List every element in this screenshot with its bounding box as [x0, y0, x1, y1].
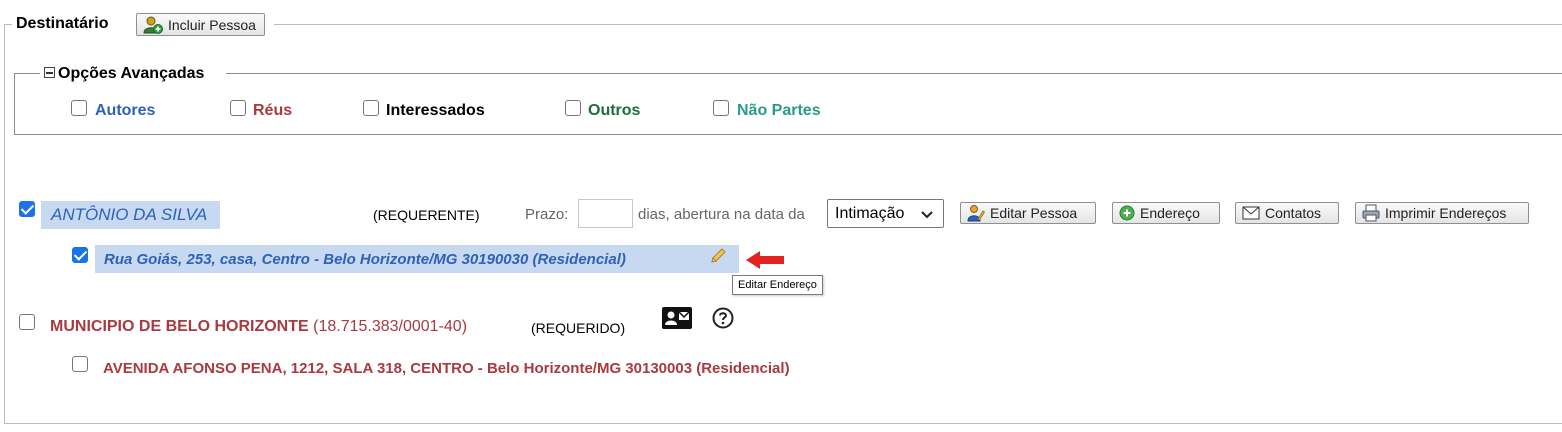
person2-address-checkbox[interactable] [72, 356, 88, 372]
nao-partes-label[interactable]: Não Partes [737, 102, 821, 120]
nao-partes-checkbox[interactable] [713, 100, 729, 116]
prazo-label: Prazo: [525, 206, 569, 223]
minus-box-icon[interactable] [44, 67, 55, 78]
edit-address-tooltip: Editar Endereço [732, 275, 823, 295]
destinatario-legend: Destinatário [16, 15, 109, 32]
contacts-label: Contatos [1265, 205, 1322, 221]
person1-name[interactable]: ANTÔNIO DA SILVA [51, 205, 207, 225]
contacts-button[interactable]: Contatos [1235, 202, 1339, 224]
person2-address[interactable]: AVENIDA AFONSO PENA, 1212, SALA 318, CEN… [103, 360, 790, 377]
person1-address-checkbox[interactable] [72, 247, 88, 263]
print-addresses-button[interactable]: Imprimir Endereços [1355, 202, 1529, 224]
person2-role: (REQUERIDO) [531, 320, 626, 336]
person1-checkbox[interactable] [19, 201, 35, 217]
pencil-icon[interactable] [709, 247, 727, 265]
edit-person-icon [967, 204, 986, 222]
outros-checkbox[interactable] [565, 100, 581, 116]
interessados-label[interactable]: Interessados [386, 102, 485, 120]
help-icon[interactable] [712, 307, 734, 329]
edit-person-label: Editar Pessoa [990, 205, 1078, 221]
autores-label[interactable]: Autores [95, 102, 155, 120]
printer-icon [1362, 204, 1380, 222]
outros-label[interactable]: Outros [588, 102, 640, 120]
red-arrow-icon [744, 250, 786, 270]
prazo-input[interactable] [578, 199, 633, 228]
advanced-options-legend: Opções Avançadas [58, 65, 205, 82]
person2-name: MUNICIPIO DE BELO HORIZONTE (18.715.383/… [50, 318, 467, 336]
envelope-icon [1242, 206, 1260, 220]
person2-checkbox[interactable] [19, 314, 35, 330]
intimacao-select[interactable]: Intimação [827, 199, 944, 228]
person1-address[interactable]: Rua Goiás, 253, casa, Centro - Belo Hori… [104, 251, 626, 268]
edit-address-tooltip-text: Editar Endereço [738, 279, 817, 291]
address-button[interactable]: Endereço [1112, 202, 1220, 224]
print-addresses-label: Imprimir Endereços [1385, 205, 1507, 221]
intimacao-select-value: Intimação [835, 204, 905, 222]
edit-person-button[interactable]: Editar Pessoa [960, 202, 1096, 224]
contact-card-icon[interactable] [662, 307, 692, 331]
reus-label[interactable]: Réus [253, 102, 292, 120]
person1-role: (REQUERENTE) [373, 207, 480, 223]
chevron-down-icon [921, 207, 933, 225]
dias-label: dias, abertura na data da [638, 206, 805, 223]
person2-name-text[interactable]: MUNICIPIO DE BELO HORIZONTE [50, 318, 309, 335]
interessados-checkbox[interactable] [363, 100, 379, 116]
autores-checkbox[interactable] [71, 100, 87, 116]
include-person-label: Incluir Pessoa [168, 16, 256, 33]
address-label: Endereço [1140, 205, 1200, 221]
add-circle-icon [1119, 205, 1135, 221]
include-person-button[interactable]: Incluir Pessoa [136, 13, 265, 36]
reus-checkbox[interactable] [230, 100, 246, 116]
person2-doc: (18.715.383/0001-40) [313, 318, 468, 335]
add-person-icon [143, 16, 163, 34]
